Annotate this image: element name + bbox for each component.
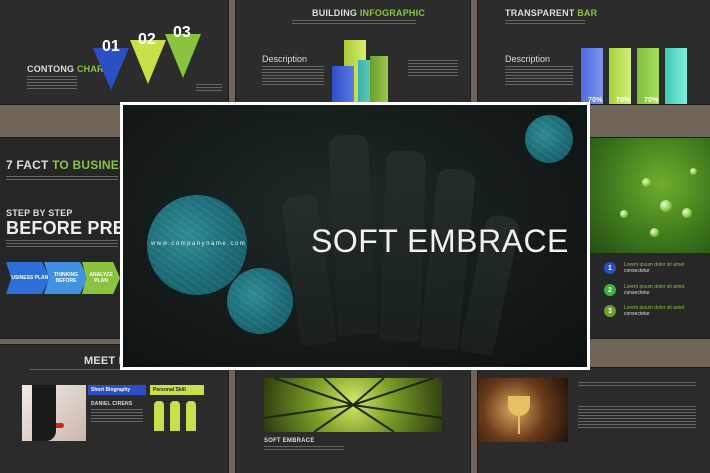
text-lines xyxy=(6,176,118,182)
slide-wine[interactable] xyxy=(478,368,710,473)
chevron-analyze-plan: ANALYZE PLAN xyxy=(82,262,120,294)
text-lines xyxy=(91,409,143,424)
step-badge-3: 3 xyxy=(604,305,616,317)
slide-title: SOFT EMBRACE xyxy=(264,438,315,444)
building-bar-3 xyxy=(332,66,354,102)
skill-figure xyxy=(170,401,180,431)
description-heading: Description xyxy=(262,54,308,64)
transparent-bar-1 xyxy=(581,48,603,104)
slide-7-fact[interactable]: 7 FACT TO BUSINESS STEP BY STEP BEFORE P… xyxy=(0,138,120,338)
text-lines xyxy=(292,20,416,26)
building-bar-4 xyxy=(370,56,388,102)
step-heading: STEP BY STEP xyxy=(6,208,73,218)
main-slide[interactable]: www.companyname.com SOFT EMBRACE xyxy=(120,102,590,370)
slide-transparent-bar[interactable]: TRANSPARENT BAR Description 70% 70% 70% xyxy=(478,0,710,104)
cone-number-3: 03 xyxy=(173,24,191,41)
corner-circle xyxy=(525,115,573,163)
transparent-bar-3 xyxy=(637,48,659,104)
company-url: www.companyname.com xyxy=(151,241,247,247)
text-lines xyxy=(6,240,118,249)
chevron-business-plan: BUSINESS PLAN xyxy=(6,262,50,294)
before-heading: BEFORE PRES xyxy=(6,218,120,238)
portrait-image xyxy=(22,385,86,441)
percent-label: 70% xyxy=(616,97,631,104)
cone-number-2: 02 xyxy=(138,31,156,48)
text-lines xyxy=(505,20,585,26)
leaf-closeup-image xyxy=(264,378,442,432)
percent-label: 70% xyxy=(588,97,603,104)
text-lines xyxy=(578,382,696,388)
skill-header: Personal Skill xyxy=(150,385,204,395)
percent-label: 70% xyxy=(644,97,659,104)
slide-title: TRANSPARENT BAR xyxy=(505,8,598,18)
leaf-image xyxy=(590,138,710,253)
person-name: DANIEL CIRENS xyxy=(91,401,133,407)
text-lines xyxy=(262,66,324,87)
step-badge-1: 1 xyxy=(604,262,616,274)
cone-number-1: 01 xyxy=(102,38,120,55)
text-lines xyxy=(408,60,458,78)
main-slide-background: www.companyname.com SOFT EMBRACE xyxy=(123,105,587,367)
slide-title: BUILDING INFOGRAPHIC xyxy=(312,8,426,18)
transparent-bar-2 xyxy=(609,48,631,104)
slide-soft-embrace-leaf[interactable]: SOFT EMBRACE xyxy=(236,368,470,473)
step-text-3: Lorem ipsum dolor sit amet consectetur xyxy=(624,305,685,317)
text-lines xyxy=(196,84,222,93)
text-lines xyxy=(578,406,696,430)
step-text-1: Lorem ipsum dolor sit amet consectetur xyxy=(624,262,685,274)
text-lines xyxy=(264,446,344,452)
text-lines xyxy=(27,76,77,91)
slide-building-infographic[interactable]: BUILDING INFOGRAPHIC Description xyxy=(236,0,470,104)
description-heading: Description xyxy=(505,54,551,64)
transparent-bar-4 xyxy=(665,48,687,104)
text-lines xyxy=(505,66,573,87)
wine-glass-image xyxy=(478,378,568,442)
slide-title: 7 FACT TO BUSINESS xyxy=(6,158,120,172)
step-badge-2: 2 xyxy=(604,284,616,296)
step-text-2: Lorem ipsum dolor sit amet consectetur xyxy=(624,284,685,296)
skill-figure xyxy=(186,401,196,431)
main-title: SOFT EMBRACE xyxy=(311,223,569,259)
small-circle xyxy=(227,268,293,334)
bio-header: Short Biography xyxy=(88,385,146,395)
slide-contong-chart[interactable]: CONTONG CHART 01 02 03 xyxy=(0,0,228,104)
chevron-thinking-before: THINKING BEFORE xyxy=(44,262,88,294)
skill-figure xyxy=(154,401,164,431)
